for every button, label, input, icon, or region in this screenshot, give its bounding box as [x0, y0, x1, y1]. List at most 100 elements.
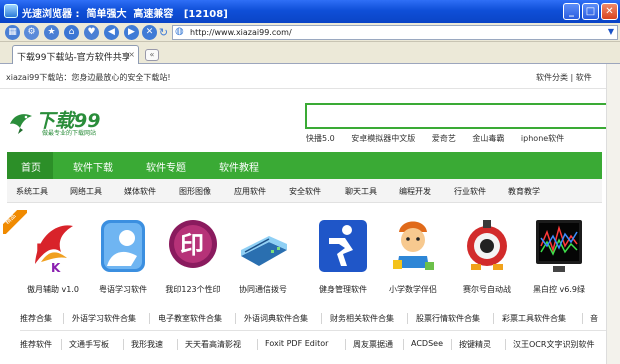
recommend-link[interactable]: Foxit PDF Editor — [265, 339, 328, 348]
heart-icon[interactable]: ♥ — [84, 25, 99, 40]
divider — [403, 339, 404, 350]
collection-link[interactable]: 外语学习软件合集 — [72, 313, 136, 324]
divider — [123, 339, 124, 350]
address-bar[interactable]: ◍ http://www.xiazai99.com/ ▼ — [172, 25, 618, 40]
close-button[interactable]: ✕ — [601, 3, 618, 20]
address-url[interactable]: http://www.xiazai99.com/ — [190, 28, 292, 37]
search-input[interactable] — [305, 103, 606, 129]
refresh-icon[interactable]: ↻ — [156, 25, 171, 40]
app-label: 协同通信拨号 — [239, 285, 287, 294]
vertical-scrollbar[interactable] — [606, 64, 620, 364]
divider — [505, 339, 506, 350]
app-item[interactable]: 粤语学习软件 — [88, 216, 158, 295]
recommend-link[interactable]: 按键精灵 — [459, 339, 491, 350]
collection-link[interactable]: 外语词典软件合集 — [244, 313, 308, 324]
recommend-link[interactable]: 文通手写板 — [69, 339, 109, 350]
home-icon[interactable]: ⌂ — [64, 25, 79, 40]
category-link[interactable]: 系统工具 — [16, 186, 48, 197]
back-icon[interactable]: ◀ — [104, 25, 119, 40]
category-link[interactable]: 媒体软件 — [124, 186, 156, 197]
monitor-chart-icon — [536, 220, 582, 272]
category-link[interactable]: 教育教学 — [508, 186, 540, 197]
recommend-link[interactable]: 我形我速 — [131, 339, 163, 350]
svg-text:K: K — [51, 261, 61, 275]
app-item[interactable]: 协同通信拨号 — [228, 216, 298, 295]
collection-link[interactable]: 音 — [590, 313, 598, 324]
app-item[interactable]: 小学数学伴侣 — [378, 216, 448, 295]
divider — [345, 339, 346, 350]
kid-icon — [393, 221, 434, 270]
category-link[interactable]: 聊天工具 — [345, 186, 377, 197]
app-label: 小学数学伴侣 — [389, 285, 437, 294]
browser-icon[interactable]: ▦ — [5, 25, 20, 40]
gear-icon[interactable]: ⚙ — [24, 25, 39, 40]
divider — [63, 313, 64, 324]
hot-word-link[interactable]: 金山毒霸 — [472, 134, 504, 143]
web-page: xiazai99下载站：您身边最放心的安全下载站! 软件分类 | 软件 下载99… — [0, 64, 606, 364]
collection-link[interactable]: 财务相关软件合集 — [330, 313, 394, 324]
collection-link[interactable]: 彩票工具软件合集 — [502, 313, 566, 324]
app-item[interactable]: 黑白控 v6.9绿 — [524, 216, 594, 295]
tab-close-icon[interactable]: × — [128, 50, 135, 59]
recommend-label: 推荐软件 — [20, 340, 52, 349]
category-link[interactable]: 图形图像 — [179, 186, 211, 197]
category-link[interactable]: 行业软件 — [454, 186, 486, 197]
robot-icon — [467, 220, 507, 270]
category-link[interactable]: 编程开发 — [399, 186, 431, 197]
app-item[interactable]: 健身管理软件 — [308, 216, 378, 295]
collection-link[interactable]: 电子教室软件合集 — [158, 313, 222, 324]
maximize-button[interactable]: □ — [582, 3, 599, 20]
divider — [407, 313, 408, 324]
app-item[interactable]: P K 傲月辅助 v1.0 — [18, 216, 88, 295]
app-item[interactable]: 赛尔号自动战 — [452, 216, 522, 295]
recommend-link[interactable]: 汉王OCR文字识别软件 — [513, 339, 594, 350]
tab-bar: 下载99下载站-官方软件共享软件 × « — [0, 42, 620, 64]
hot-words: 快播5.0 安卓模拟器中文版 爱奇艺 金山毒霸 iphone软件 — [306, 133, 578, 144]
navigation-toolbar: ▦ ⚙ ★ ⌂ ♥ ◀ ▶ ✕ ↻ ◍ http://www.xiazai99.… — [0, 23, 620, 42]
nav-item-download[interactable]: 软件下载 — [73, 159, 113, 174]
divider — [61, 339, 62, 350]
app-item[interactable]: 印 我印123个性印 — [158, 216, 228, 295]
collection-link[interactable]: 推荐合集 — [20, 313, 52, 324]
category-link[interactable]: 安全软件 — [289, 186, 321, 197]
hot-word-link[interactable]: 快播5.0 — [306, 134, 335, 143]
recommend-link[interactable]: 周友票据通 — [353, 339, 393, 350]
nav-item-home[interactable]: 首页 — [21, 159, 41, 174]
chevron-down-icon[interactable]: ▼ — [608, 27, 614, 36]
collection-link[interactable]: 股票行情软件合集 — [416, 313, 480, 324]
tab-scroll-button[interactable]: « — [145, 49, 159, 61]
divider — [0, 88, 606, 89]
app-label: 粤语学习软件 — [99, 285, 147, 294]
recommend-link[interactable]: 天天看高清影视 — [185, 339, 241, 350]
category-link[interactable]: 网络工具 — [70, 186, 102, 197]
recommend-links: 推荐软件 文通手写板 我形我速 天天看高清影视 Foxit PDF Editor… — [20, 335, 606, 355]
globe-icon: ◍ — [175, 26, 184, 37]
divider — [235, 313, 236, 324]
minimize-button[interactable]: _ — [563, 3, 580, 20]
app-label: 健身管理软件 — [319, 285, 367, 294]
divider — [451, 339, 452, 350]
main-nav: 首页 软件下载 软件专题 软件教程 — [7, 152, 602, 179]
category-nav: 系统工具 网络工具 媒体软件 图形图像 应用软件 安全软件 聊天工具 编程开发 … — [7, 179, 602, 203]
divider — [582, 313, 583, 324]
forward-icon[interactable]: ▶ — [124, 25, 139, 40]
divider — [149, 313, 150, 324]
browser-app-icon — [4, 4, 18, 18]
stop-icon[interactable]: ✕ — [142, 25, 157, 40]
nav-item-tutorials[interactable]: 软件教程 — [219, 159, 259, 174]
tab-xiazai99[interactable]: 下载99下载站-官方软件共享软件 × — [12, 45, 139, 64]
recommend-link[interactable]: ACDSee — [411, 339, 443, 348]
hot-word-link[interactable]: iphone软件 — [521, 134, 564, 143]
hot-word-link[interactable]: 爱奇艺 — [432, 134, 456, 143]
divider — [321, 313, 322, 324]
logo-slogan: 做最专业的下载网站 — [42, 130, 97, 137]
svg-text:P: P — [36, 242, 46, 258]
svg-text:印: 印 — [180, 231, 204, 259]
top-links[interactable]: 软件分类 | 软件 — [536, 72, 592, 83]
hot-word-link[interactable]: 安卓模拟器中文版 — [351, 134, 415, 143]
divider — [493, 313, 494, 324]
nav-item-topics[interactable]: 软件专题 — [146, 159, 186, 174]
star-icon[interactable]: ★ — [44, 25, 59, 40]
category-link[interactable]: 应用软件 — [234, 186, 266, 197]
app-label: 黑白控 v6.9绿 — [533, 285, 585, 294]
